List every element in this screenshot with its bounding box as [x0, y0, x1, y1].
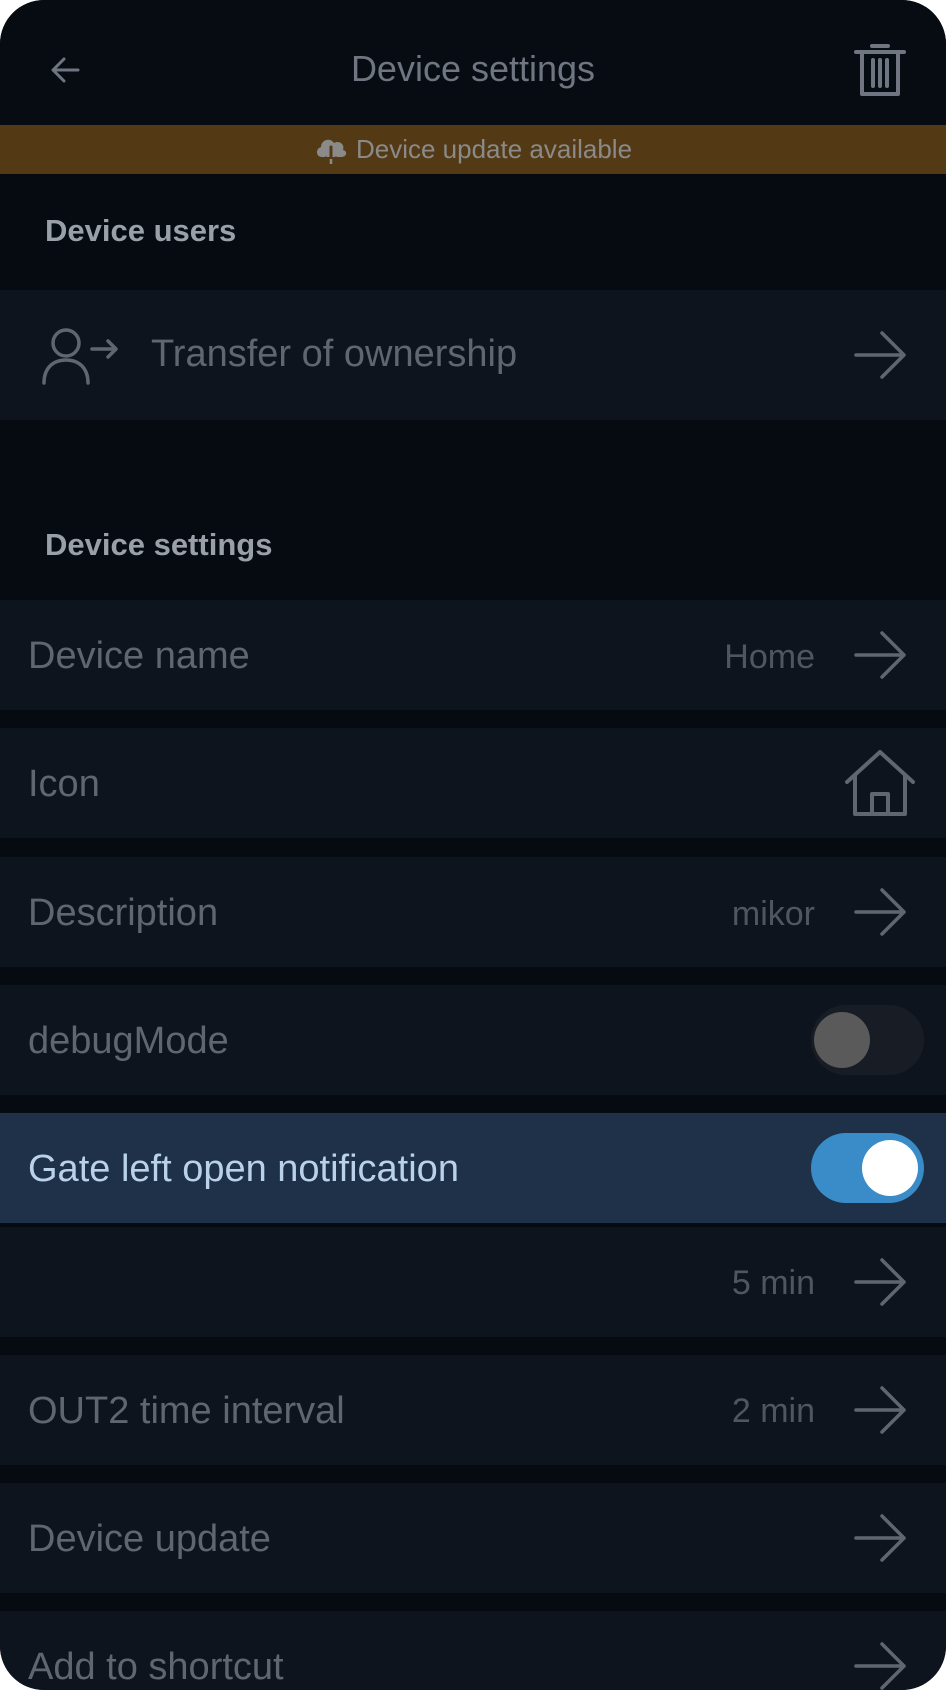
user-transfer-icon: [42, 328, 118, 385]
gate-interval-value: 5 min: [731, 1264, 815, 1302]
debug-mode-row: debugMode: [0, 985, 946, 1095]
arrow-right-icon: [854, 1258, 906, 1306]
debug-mode-label: debugMode: [28, 1020, 229, 1062]
gate-left-open-label: Gate left open notification: [28, 1148, 459, 1190]
device-name-value: Home: [724, 638, 815, 676]
device-update-row[interactable]: Device update: [0, 1483, 946, 1593]
cloud-download-icon: [316, 139, 347, 164]
section-title-settings: Device settings: [45, 527, 273, 562]
gate-interval-row[interactable]: 5 min: [0, 1227, 946, 1337]
toggle-knob: [814, 1012, 870, 1068]
delete-device-button[interactable]: [848, 38, 912, 102]
device-update-label: Device update: [28, 1518, 271, 1560]
debug-mode-toggle[interactable]: [811, 1005, 924, 1075]
description-value: mikor: [731, 895, 815, 933]
description-label: Description: [28, 892, 219, 934]
out2-interval-label: OUT2 time interval: [28, 1390, 345, 1432]
arrow-right-icon: [854, 331, 906, 379]
gate-left-open-row: Gate left open notification: [0, 1113, 946, 1223]
banner-text: Device update available: [355, 134, 633, 164]
out2-interval-row[interactable]: OUT2 time interval 2 min: [0, 1355, 946, 1465]
device-settings-screen: Device settings Device update available …: [0, 0, 946, 1690]
page-title: Device settings: [350, 48, 596, 89]
icon-row[interactable]: Icon: [0, 728, 946, 838]
arrow-right-icon: [854, 631, 906, 679]
transfer-ownership-label: Transfer of ownership: [151, 333, 518, 375]
arrow-right-icon: [854, 1642, 906, 1690]
home-icon: [845, 750, 915, 816]
transfer-ownership-row[interactable]: Transfer of ownership: [0, 290, 946, 420]
toggle-knob: [862, 1140, 918, 1196]
gate-left-open-toggle[interactable]: [811, 1133, 924, 1203]
description-row[interactable]: Description mikor: [0, 857, 946, 967]
section-title-users: Device users: [45, 213, 237, 248]
add-to-shortcut-label: Add to shortcut: [28, 1646, 284, 1688]
update-available-banner[interactable]: Device update available: [0, 125, 946, 174]
arrow-right-icon: [854, 1386, 906, 1434]
add-to-shortcut-row[interactable]: Add to shortcut: [0, 1611, 946, 1690]
arrow-right-icon: [854, 1514, 906, 1562]
arrow-right-icon: [854, 888, 906, 936]
device-name-label: Device name: [28, 635, 250, 677]
trash-icon: [854, 44, 906, 96]
out2-interval-value: 2 min: [731, 1392, 815, 1430]
top-bar: Device settings: [0, 0, 946, 125]
icon-label: Icon: [28, 763, 100, 805]
device-name-row[interactable]: Device name Home: [0, 600, 946, 710]
